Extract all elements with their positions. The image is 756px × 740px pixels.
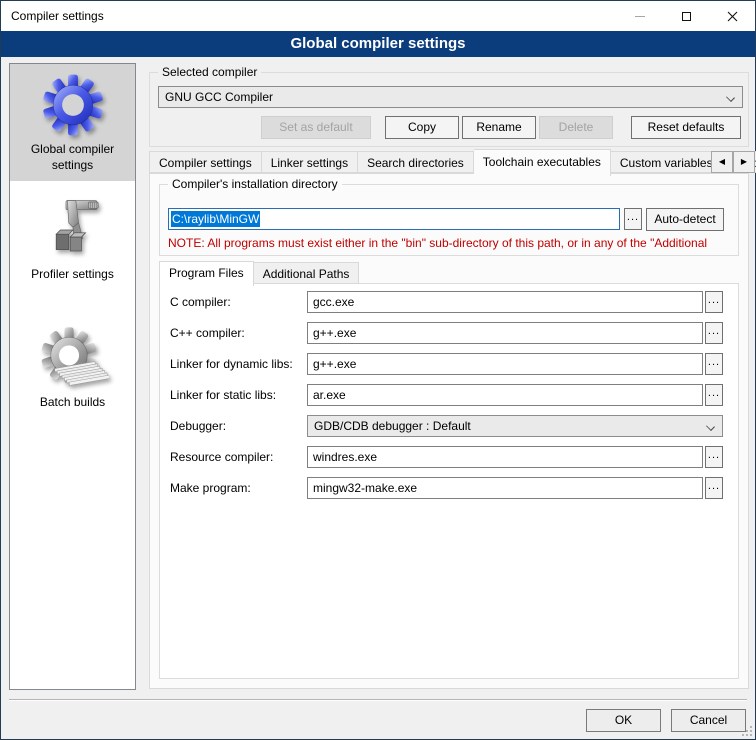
close-icon [727, 11, 738, 22]
selected-compiler-legend: Selected compiler [158, 65, 261, 79]
browse-directory-button[interactable]: ... [624, 208, 642, 230]
compiler-buttons-row: Set as default Copy Rename Delete Reset … [150, 116, 741, 139]
program-files-panel: C compiler: ... C++ compiler: ... Linker… [159, 283, 739, 679]
maximize-button[interactable] [663, 1, 709, 31]
copy-button[interactable]: Copy [385, 116, 459, 139]
set-as-default-button[interactable]: Set as default [261, 116, 371, 139]
tab-additional-paths[interactable]: Additional Paths [254, 262, 360, 284]
static-linker-input[interactable] [307, 384, 703, 406]
debugger-select[interactable]: GDB/CDB debugger : Default [307, 415, 723, 437]
tab-compiler-settings[interactable]: Compiler settings [149, 151, 262, 173]
page-title: Global compiler settings [290, 35, 465, 52]
maximize-icon [682, 12, 691, 21]
minimize-button[interactable] [617, 1, 663, 31]
installation-directory-group: Compiler's installation directory C:\ray… [159, 184, 739, 256]
dynamic-linker-row: Linker for dynamic libs: ... [170, 353, 723, 375]
auto-detect-button[interactable]: Auto-detect [646, 208, 724, 231]
browse-button[interactable]: ... [705, 446, 723, 468]
debugger-select-value: GDB/CDB debugger : Default [314, 419, 471, 433]
tab-program-files[interactable]: Program Files [159, 261, 254, 286]
compiler-select[interactable]: GNU GCC Compiler [158, 86, 743, 108]
left-arrow-icon: ◀ [719, 157, 725, 166]
ok-button[interactable]: OK [586, 709, 661, 732]
compiler-select-value: GNU GCC Compiler [165, 90, 273, 104]
c-compiler-row: C compiler: ... [170, 291, 723, 313]
sidebar-item-label: Profiler settings [12, 267, 133, 283]
field-label: Debugger: [170, 419, 307, 433]
c-compiler-input[interactable] [307, 291, 703, 313]
titlebar: Compiler settings [1, 1, 755, 31]
field-label: C++ compiler: [170, 326, 307, 340]
static-linker-row: Linker for static libs: ... [170, 384, 723, 406]
make-program-input[interactable] [307, 477, 703, 499]
programs-tabstrip: Program Files Additional Paths [159, 261, 359, 284]
field-label: C compiler: [170, 295, 307, 309]
sidebar-item-global-compiler-settings[interactable]: Global compiler settings [10, 64, 135, 181]
tab-linker-settings[interactable]: Linker settings [262, 151, 358, 173]
window-title: Compiler settings [11, 1, 104, 31]
close-button[interactable] [709, 1, 755, 31]
make-program-row: Make program: ... [170, 477, 723, 499]
resource-compiler-row: Resource compiler: ... [170, 446, 723, 468]
resize-grip[interactable] [741, 725, 753, 737]
sidebar-item-profiler-settings[interactable]: Profiler settings [10, 189, 135, 291]
tab-custom-variables[interactable]: Custom variables [611, 151, 723, 173]
delete-button[interactable]: Delete [539, 116, 613, 139]
installation-directory-input[interactable]: C:\raylib\MinGW [168, 208, 620, 230]
chevron-down-icon [706, 422, 715, 431]
browse-button[interactable]: ... [705, 291, 723, 313]
tab-scroll-left-button[interactable]: ◀ [711, 151, 733, 173]
cpp-compiler-input[interactable] [307, 322, 703, 344]
debugger-row: Debugger: GDB/CDB debugger : Default [170, 415, 723, 437]
field-label: Linker for static libs: [170, 388, 307, 402]
tab-scroll-right-button[interactable]: ▶ [733, 151, 755, 173]
selected-compiler-group: Selected compiler GNU GCC Compiler Set a… [149, 72, 749, 147]
rename-button[interactable]: Rename [462, 116, 536, 139]
dialog-header: Global compiler settings [1, 31, 755, 57]
chevron-down-icon [726, 93, 735, 102]
compiler-settings-window: Compiler settings Global compiler settin… [0, 0, 756, 740]
field-label: Resource compiler: [170, 450, 307, 464]
installation-directory-legend: Compiler's installation directory [168, 177, 342, 191]
blue-gear-icon [40, 72, 106, 138]
toolchain-executables-panel: Compiler's installation directory C:\ray… [149, 173, 749, 689]
note-text: NOTE: All programs must exist either in … [168, 236, 734, 250]
sidebar: Global compiler settings [9, 63, 136, 690]
tab-search-directories[interactable]: Search directories [358, 151, 474, 173]
program-files-form: C compiler: ... C++ compiler: ... Linker… [160, 284, 738, 499]
sidebar-item-label: Batch builds [12, 395, 133, 411]
footer-separator [9, 699, 747, 701]
browse-button[interactable]: ... [705, 353, 723, 375]
field-label: Linker for dynamic libs: [170, 357, 307, 371]
sidebar-item-label: Global compiler settings [12, 142, 133, 173]
tab-toolchain-executables[interactable]: Toolchain executables [474, 149, 611, 176]
browse-button[interactable]: ... [705, 477, 723, 499]
cpp-compiler-row: C++ compiler: ... [170, 322, 723, 344]
minimize-icon [635, 16, 645, 17]
browse-button[interactable]: ... [705, 322, 723, 344]
field-label: Make program: [170, 481, 307, 495]
gray-gear-papers-icon [37, 325, 109, 391]
resource-compiler-input[interactable] [307, 446, 703, 468]
right-arrow-icon: ▶ [741, 157, 747, 166]
cancel-button[interactable]: Cancel [671, 709, 746, 732]
selected-path-text: C:\raylib\MinGW [171, 211, 260, 227]
settings-tabstrip: Compiler settings Linker settings Search… [149, 149, 756, 173]
dynamic-linker-input[interactable] [307, 353, 703, 375]
reset-defaults-button[interactable]: Reset defaults [631, 116, 741, 139]
browse-button[interactable]: ... [705, 384, 723, 406]
caliper-icon [38, 195, 108, 265]
sidebar-item-batch-builds[interactable]: Batch builds [10, 317, 135, 419]
